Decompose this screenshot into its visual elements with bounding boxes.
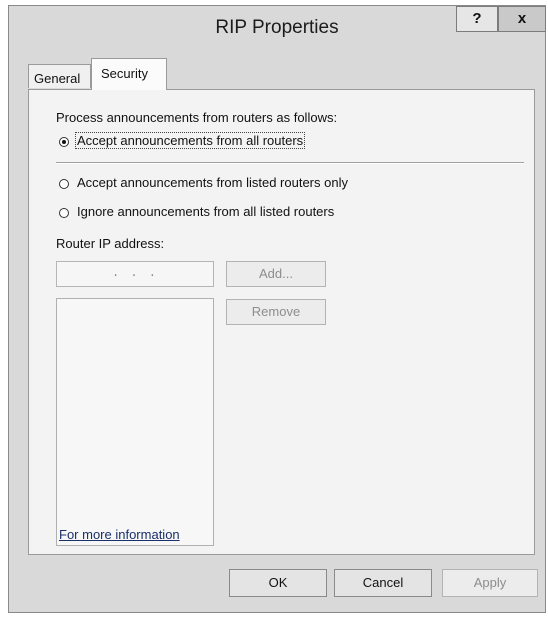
remove-button[interactable]: Remove — [226, 299, 326, 325]
radio-ignore-listed-indicator[interactable] — [59, 208, 69, 218]
rip-properties-dialog: RIP Properties ? x General Security Proc… — [8, 5, 546, 613]
radio-accept-all-label[interactable]: Accept announcements from all routers — [74, 132, 306, 149]
help-button[interactable]: ? — [456, 6, 498, 32]
title-bar[interactable]: RIP Properties ? x — [9, 6, 546, 50]
process-announcements-label: Process announcements from routers as fo… — [56, 110, 338, 125]
close-button[interactable]: x — [498, 6, 546, 32]
radio-accept-listed-indicator[interactable] — [59, 179, 69, 189]
router-ip-list[interactable] — [56, 298, 214, 546]
radio-accept-all-indicator[interactable] — [59, 137, 69, 147]
apply-button[interactable]: Apply — [442, 569, 538, 597]
tab-security[interactable]: Security — [91, 58, 167, 90]
security-tab-panel: Process announcements from routers as fo… — [28, 89, 535, 555]
separator — [56, 162, 524, 164]
more-information-link[interactable]: For more information — [59, 527, 180, 542]
router-ip-label: Router IP address: — [56, 236, 165, 251]
add-button[interactable]: Add... — [226, 261, 326, 287]
ok-button[interactable]: OK — [229, 569, 327, 597]
radio-accept-listed-label[interactable]: Accept announcements from listed routers… — [77, 175, 348, 190]
radio-ignore-listed-label[interactable]: Ignore announcements from all listed rou… — [77, 204, 334, 219]
tab-general[interactable]: General — [28, 64, 91, 88]
router-ip-input[interactable]: . . . — [56, 261, 214, 287]
cancel-button[interactable]: Cancel — [334, 569, 432, 597]
